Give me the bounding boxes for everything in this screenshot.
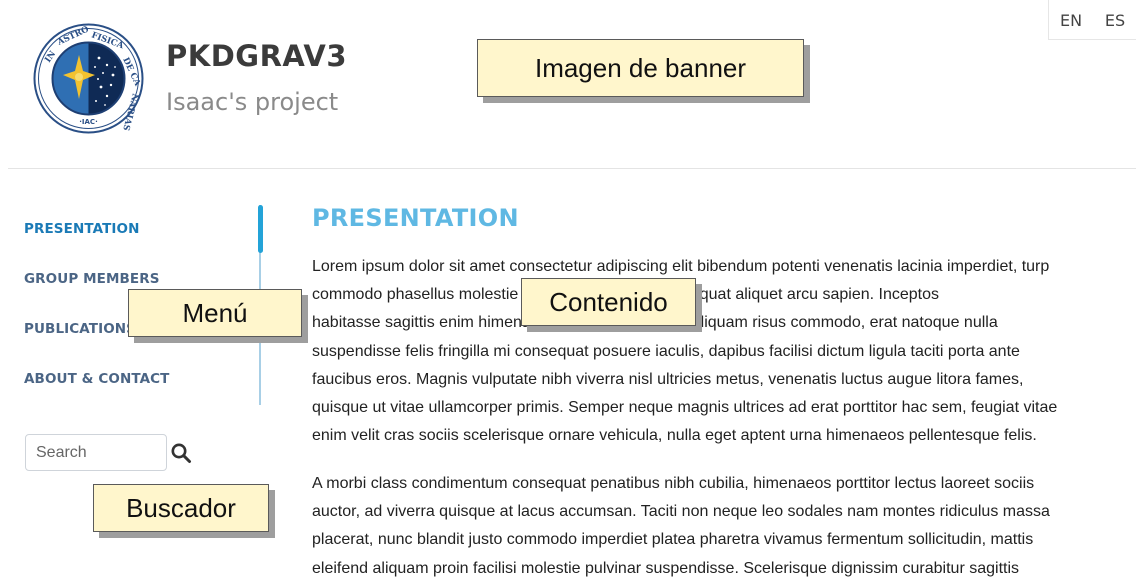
header-divider bbox=[8, 168, 1136, 169]
iac-seal-icon: ·IAC· IN ASTRO FISICA DE CA NARIAS bbox=[33, 23, 144, 134]
paragraph-line: faucibus eros. Magnis vulputate nibh viv… bbox=[312, 370, 1024, 388]
paragraph-line: auctor, ad viverra quisque at lacus accu… bbox=[312, 503, 1050, 521]
search-icon bbox=[171, 443, 191, 463]
paragraph-line: quisque ut vitae ullamcorper primis. Sem… bbox=[312, 399, 1058, 417]
site-subtitle: Isaac's project bbox=[166, 88, 339, 116]
annotation-banner-label: Imagen de banner bbox=[477, 39, 804, 97]
paragraph-line: commodo phasellus molestie himenaeos cur… bbox=[312, 286, 940, 304]
paragraph-line: eleifend aliquam proin facilisi molestie… bbox=[312, 559, 1020, 577]
nav-item-group-members[interactable]: GROUP MEMBERS bbox=[24, 271, 160, 287]
site-title: PKDGRAV3 bbox=[166, 39, 348, 73]
paragraph-line: Lorem ipsum dolor sit amet consectetur a… bbox=[312, 258, 1050, 275]
content-paragraph-2: A morbi class condimentum consequat pena… bbox=[312, 470, 1136, 583]
paragraph-line: enim velit cras sociis scelerisque ornar… bbox=[312, 427, 1037, 445]
iac-logo[interactable]: ·IAC· IN ASTRO FISICA DE CA NARIAS bbox=[33, 23, 144, 134]
nav-active-indicator bbox=[258, 205, 263, 253]
nav-item-presentation[interactable]: PRESENTATION bbox=[24, 221, 140, 237]
paragraph-line: A morbi class condimentum consequat pena… bbox=[312, 475, 1035, 492]
annotation-search-label: Buscador bbox=[93, 484, 269, 532]
svg-text:·IAC·: ·IAC· bbox=[79, 118, 97, 126]
nav-item-publications[interactable]: PUBLICATIONS bbox=[24, 321, 136, 337]
language-en-link[interactable]: EN bbox=[1056, 0, 1086, 40]
content-paragraph-1: Lorem ipsum dolor sit amet consectetur a… bbox=[312, 253, 1136, 450]
paragraph-line: placerat, nunc blandit justo commodo imp… bbox=[312, 531, 1034, 549]
nav-item-about-contact[interactable]: ABOUT & CONTACT bbox=[24, 371, 169, 387]
search-input[interactable] bbox=[25, 434, 167, 471]
search-button[interactable] bbox=[170, 442, 192, 464]
annotation-content-label: Contenido bbox=[521, 278, 696, 326]
paragraph-line: habitasse sagittis enim himenaeos nibh l… bbox=[312, 314, 998, 332]
paragraph-line: suspendisse felis fringilla mi consequat… bbox=[312, 342, 1020, 360]
content-title: PRESENTATION bbox=[312, 204, 519, 232]
annotation-menu-label: Menú bbox=[128, 289, 302, 337]
language-es-link[interactable]: ES bbox=[1100, 0, 1130, 40]
